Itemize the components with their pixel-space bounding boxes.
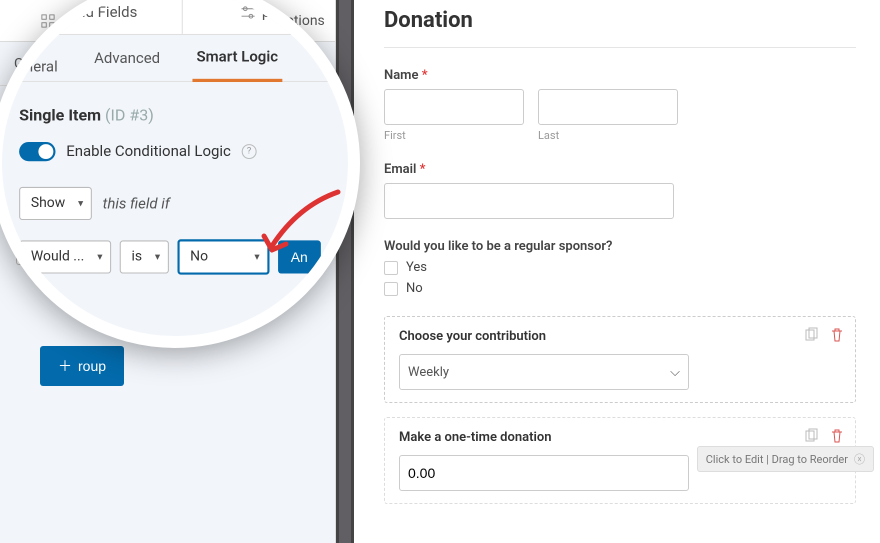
sponsor-label: Would you like to be a regular sponsor?: [384, 239, 856, 254]
drag-tooltip: Click to Edit | Drag to Reorder ⓧ: [697, 446, 874, 472]
plus-icon: ＋: [58, 356, 72, 376]
form-title: Donation: [384, 8, 856, 33]
tab-field-options[interactable]: Field Options ptions: [168, 0, 335, 41]
field-name: Single Item: [16, 108, 93, 126]
sponsor-field: Would you like to be a regular sponsor? …: [384, 239, 856, 296]
name-field: Name * First Last: [384, 68, 856, 142]
checkbox-icon: [384, 282, 398, 296]
add-rule-label: roup: [78, 358, 106, 374]
subtab-advanced[interactable]: Advanced: [92, 42, 162, 85]
divider: [384, 47, 856, 48]
field-title: Single Item (ID #3): [0, 86, 335, 132]
sponsor-yes-option[interactable]: Yes: [384, 260, 856, 275]
tab-add-fields[interactable]: Add Fields: [0, 0, 168, 41]
sponsor-no-option[interactable]: No: [384, 281, 856, 296]
contribution-field-box[interactable]: Choose your contribution Weekly ⌵: [384, 316, 856, 403]
chevron-down-icon: ▾: [89, 244, 94, 255]
help-icon[interactable]: ?: [224, 144, 238, 158]
email-label: Email *: [384, 162, 856, 177]
settings-sidebar: Add Fields Field Options ptions General …: [0, 0, 336, 543]
tab-add-fields-label: Add Fields: [61, 13, 127, 29]
contribution-title: Choose your contribution: [399, 329, 841, 344]
first-sublabel: First: [384, 129, 524, 142]
enable-conditional-toggle[interactable]: [16, 142, 50, 160]
toggle-label: Enable Conditional Logic: [60, 143, 214, 159]
name-label: Name *: [384, 68, 856, 83]
required-asterisk: *: [420, 162, 426, 177]
last-sublabel: Last: [538, 129, 678, 142]
condition-field-select[interactable]: Would ... ▾: [16, 234, 102, 265]
trash-icon[interactable]: [829, 327, 845, 343]
action-select[interactable]: Show ▾: [16, 184, 84, 215]
condition-value-select[interactable]: No ▾: [164, 233, 250, 266]
trash-icon[interactable]: [829, 428, 845, 444]
duplicate-icon[interactable]: [803, 327, 819, 343]
subtab-general[interactable]: General: [10, 42, 66, 85]
first-name-input[interactable]: [384, 89, 524, 125]
sidebar-topbar: Add Fields Field Options ptions: [0, 0, 335, 42]
panel-divider[interactable]: [336, 0, 354, 543]
chevron-down-icon: ▾: [143, 244, 148, 255]
field-id: (ID #3): [96, 108, 142, 126]
checkbox-icon: [384, 261, 398, 275]
subtab-smart-logic[interactable]: Smart Logic: [187, 43, 271, 86]
sliders-icon: [178, 14, 192, 28]
toggle-row: Enable Conditional Logic ?: [0, 132, 335, 170]
onetime-title: Make a one-time donation: [399, 430, 841, 445]
condition-operator-select[interactable]: is ▾: [110, 234, 156, 265]
onetime-input[interactable]: [399, 455, 689, 491]
email-input[interactable]: [384, 183, 674, 219]
chevron-down-icon: ⌵: [670, 365, 680, 380]
subtabs: General Advanced Smart Logic: [0, 42, 335, 86]
contribution-select[interactable]: Weekly ⌵: [399, 354, 689, 390]
add-rule-button[interactable]: ＋ roup: [40, 346, 124, 386]
last-name-input[interactable]: [538, 89, 678, 125]
duplicate-icon[interactable]: [803, 428, 819, 444]
chevron-down-icon: ▾: [236, 244, 241, 255]
arrow-annotation: [258, 186, 348, 266]
chevron-down-icon: ▾: [71, 194, 76, 205]
email-field: Email *: [384, 162, 856, 219]
close-icon[interactable]: ⓧ: [854, 451, 865, 467]
grid-icon: [41, 14, 55, 28]
condition-phrase: this field if: [94, 192, 157, 208]
required-asterisk: *: [422, 68, 428, 83]
